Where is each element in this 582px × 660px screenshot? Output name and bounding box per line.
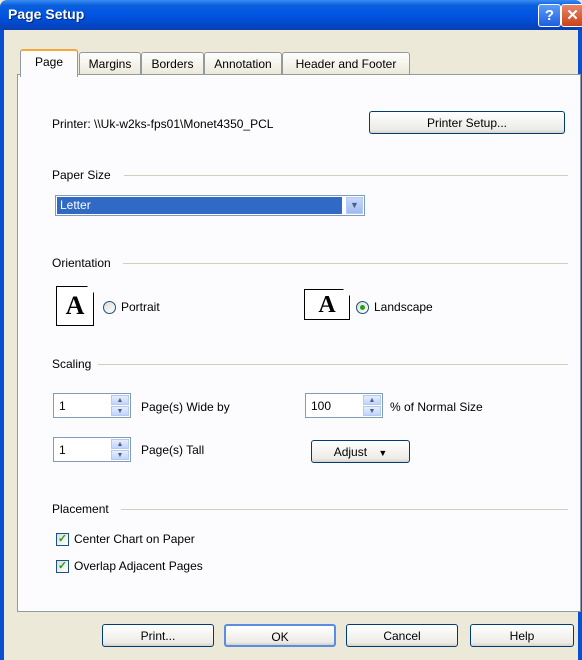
- landscape-radio[interactable]: [356, 301, 369, 314]
- title-bar: Page Setup ? ✕: [0, 0, 582, 30]
- paper-size-selected: Letter: [57, 197, 342, 214]
- overlap-pages-label[interactable]: Overlap Adjacent Pages: [74, 559, 203, 573]
- portrait-icon-letter: A: [65, 291, 85, 320]
- pages-wide-label: Page(s) Wide by: [141, 400, 230, 414]
- help-button[interactable]: Help: [470, 624, 574, 647]
- spin-down-icon[interactable]: ▼: [363, 406, 381, 416]
- checkmark-icon: ✓: [57, 533, 68, 545]
- paper-size-group-label: Paper Size: [52, 168, 111, 182]
- portrait-radio[interactable]: [103, 301, 116, 314]
- spin-down-icon[interactable]: ▼: [111, 450, 129, 460]
- spin-up-icon[interactable]: ▲: [111, 395, 129, 405]
- pages-tall-stepper[interactable]: 1 ▲ ▼: [53, 437, 131, 462]
- landscape-label[interactable]: Landscape: [374, 300, 433, 314]
- pages-tall-value[interactable]: 1: [59, 443, 66, 457]
- spin-down-icon[interactable]: ▼: [111, 406, 129, 416]
- spin-up-icon[interactable]: ▲: [363, 395, 381, 405]
- landscape-icon-letter: A: [318, 292, 336, 318]
- spin-up-icon[interactable]: ▲: [111, 439, 129, 449]
- tab-page[interactable]: Page: [20, 49, 78, 77]
- close-button[interactable]: ✕: [561, 4, 582, 27]
- pages-wide-stepper[interactable]: 1 ▲ ▼: [53, 393, 131, 418]
- paper-size-divider: [124, 175, 568, 176]
- orientation-group-label: Orientation: [52, 256, 111, 270]
- chevron-down-icon: ▼: [378, 448, 388, 458]
- placement-divider: [121, 509, 568, 510]
- radio-selected-dot: [360, 305, 365, 310]
- printer-label: Printer: \\Uk-w2ks-fps01\Monet4350_PCL: [52, 117, 274, 131]
- ok-button[interactable]: OK: [224, 624, 336, 647]
- overlap-pages-checkbox[interactable]: ✓: [56, 560, 69, 573]
- landscape-page-icon: A: [304, 289, 350, 320]
- center-chart-label[interactable]: Center Chart on Paper: [74, 532, 195, 546]
- help-title-button[interactable]: ?: [538, 4, 561, 27]
- pages-wide-value[interactable]: 1: [59, 399, 66, 413]
- pages-tall-label: Page(s) Tall: [141, 443, 205, 457]
- placement-group-label: Placement: [52, 502, 109, 516]
- checkmark-icon: ✓: [57, 560, 68, 572]
- tab-annotation[interactable]: Annotation: [204, 52, 282, 75]
- paper-size-select[interactable]: Letter ▼: [55, 195, 365, 216]
- window-title: Page Setup: [8, 6, 85, 22]
- center-chart-checkbox[interactable]: ✓: [56, 533, 69, 546]
- scaling-divider: [98, 364, 568, 365]
- adjust-dropdown-button[interactable]: Adjust ▼: [311, 440, 410, 463]
- printer-setup-button[interactable]: Printer Setup...: [369, 111, 565, 134]
- portrait-label[interactable]: Portrait: [121, 300, 160, 314]
- scaling-group-label: Scaling: [52, 357, 92, 371]
- tab-margins[interactable]: Margins: [79, 52, 141, 75]
- print-button[interactable]: Print...: [102, 624, 214, 647]
- orientation-divider: [123, 263, 568, 264]
- tab-header-and-footer[interactable]: Header and Footer: [282, 52, 410, 75]
- portrait-page-icon: A: [56, 286, 94, 326]
- percent-stepper[interactable]: 100 ▲ ▼: [305, 393, 383, 418]
- cancel-button[interactable]: Cancel: [346, 624, 458, 647]
- adjust-label: Adjust: [333, 445, 368, 459]
- window-frame-left: [0, 30, 4, 660]
- percent-value[interactable]: 100: [311, 399, 331, 413]
- chevron-down-icon[interactable]: ▼: [346, 197, 363, 214]
- tab-borders[interactable]: Borders: [141, 52, 204, 75]
- percent-label: % of Normal Size: [390, 400, 483, 414]
